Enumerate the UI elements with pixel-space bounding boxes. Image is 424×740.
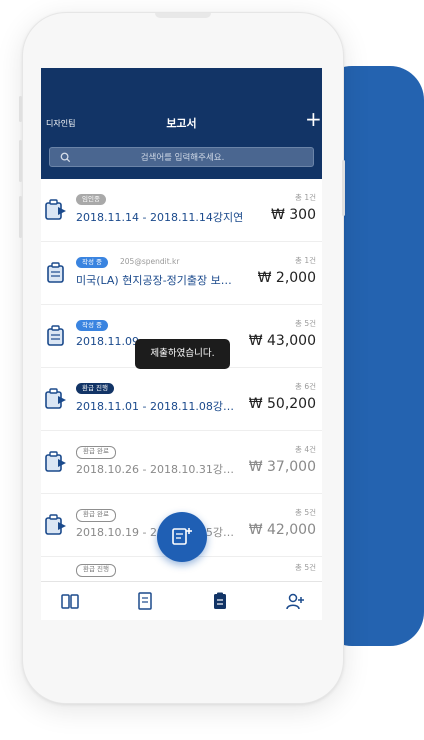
add-report-button[interactable]: + xyxy=(305,109,322,129)
status-badge: 작성 중 xyxy=(76,257,109,268)
phone-side-button xyxy=(19,196,22,238)
report-submit-icon xyxy=(45,199,66,220)
phone-side-button xyxy=(19,96,22,122)
page-title: 보고서 xyxy=(166,117,197,130)
search-bar[interactable]: 검색어를 입력해주세요. xyxy=(49,147,314,167)
report-draft-icon xyxy=(47,262,64,283)
list-item[interactable]: 작성 중 205@spendit.kr 미국(LA) 현지공장-정기출장 보… … xyxy=(41,242,322,305)
app-header: 디자인팀 보고서 + 검색어를 입력해주세요. xyxy=(41,68,322,179)
list-item[interactable]: 환급 완료 2018.10.26 - 2018.10.31강… 총 4건 ₩ 3… xyxy=(41,431,322,494)
search-placeholder[interactable]: 검색어를 입력해주세요. xyxy=(50,151,315,163)
report-amount: ₩ 2,000 xyxy=(257,270,316,286)
list-item[interactable]: 임인종 2018.11.14 - 2018.11.14강지연 총 1건 ₩ 30… xyxy=(41,179,322,242)
report-amount: ₩ 37,000 xyxy=(248,459,316,475)
phone-power-button xyxy=(342,160,345,216)
report-submit-icon xyxy=(45,514,66,535)
status-badge: 환급 완료 xyxy=(76,509,116,522)
status-badge: 환급 완료 xyxy=(76,446,116,459)
report-amount: ₩ 43,000 xyxy=(248,333,316,349)
toast-message: 제출하였습니다. xyxy=(135,339,230,369)
report-title: 2018.11.01 - 2018.11.08강… xyxy=(76,400,235,413)
report-amount: ₩ 300 xyxy=(270,207,316,223)
list-item[interactable]: 환급 진행 2018.11.01 - 2018.11.08강… 총 6건 ₩ 5… xyxy=(41,368,322,431)
add-receipt-icon xyxy=(172,528,192,545)
receipt-icon xyxy=(138,592,152,610)
item-count: 총 5건 xyxy=(295,319,316,328)
bottom-tab-bar xyxy=(41,581,322,620)
user-add-icon xyxy=(286,593,304,610)
add-receipt-fab[interactable] xyxy=(157,512,207,562)
item-count: 총 5건 xyxy=(295,508,316,517)
item-count: 총 6건 xyxy=(295,382,316,391)
tab-receipts[interactable] xyxy=(135,591,155,611)
tab-cards[interactable] xyxy=(60,591,80,611)
status-badge: 임인종 xyxy=(76,194,106,205)
status-badge: 작성 중 xyxy=(76,320,109,331)
item-count: 총 1건 xyxy=(295,256,316,265)
item-count: 총 5건 xyxy=(295,563,316,572)
app-screen: 디자인팀 보고서 + 검색어를 입력해주세요. 임인종 2018.11.14 -… xyxy=(41,68,322,620)
tab-reports[interactable] xyxy=(210,591,230,611)
status-badge: 환급 진행 xyxy=(76,564,116,577)
phone-speaker xyxy=(155,13,211,18)
report-submit-icon xyxy=(45,388,66,409)
item-count: 총 4건 xyxy=(295,445,316,454)
status-badge: 환급 진행 xyxy=(76,383,114,394)
report-draft-icon xyxy=(47,325,64,346)
report-amount: ₩ 50,200 xyxy=(248,396,316,412)
phone-side-button xyxy=(19,140,22,182)
report-submit-icon xyxy=(45,451,66,472)
report-title: 미국(LA) 현지공장-정기출장 보… xyxy=(76,274,232,287)
submitter-email: 205@spendit.kr xyxy=(120,257,180,266)
item-count: 총 1건 xyxy=(295,193,316,202)
report-icon xyxy=(214,592,226,609)
card-icon xyxy=(61,594,79,609)
report-amount: ₩ 42,000 xyxy=(248,522,316,538)
report-title: 2018.11.14 - 2018.11.14강지연 xyxy=(76,211,244,224)
report-title: 2018.10.26 - 2018.10.31강… xyxy=(76,463,235,476)
tab-users[interactable] xyxy=(285,591,305,611)
